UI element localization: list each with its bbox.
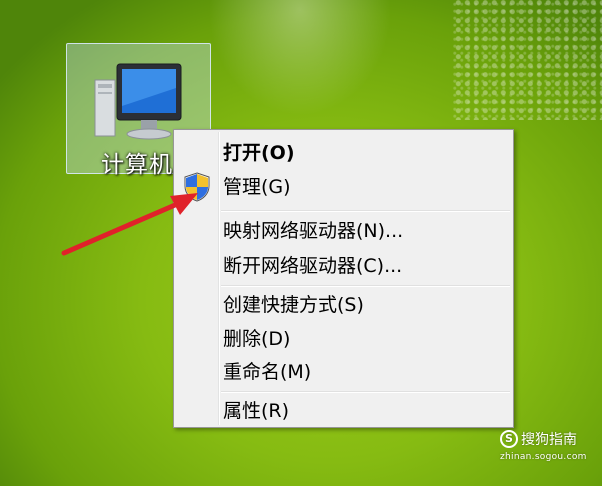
sogou-watermark: S 搜狗指南 zhinan.sogou.com: [500, 428, 587, 462]
watermark-name: 搜狗指南: [521, 431, 577, 448]
watermark-url: zhinan.sogou.com: [500, 451, 587, 462]
annotation-arrow: [61, 193, 198, 256]
sogou-logo-icon: S: [500, 429, 518, 448]
